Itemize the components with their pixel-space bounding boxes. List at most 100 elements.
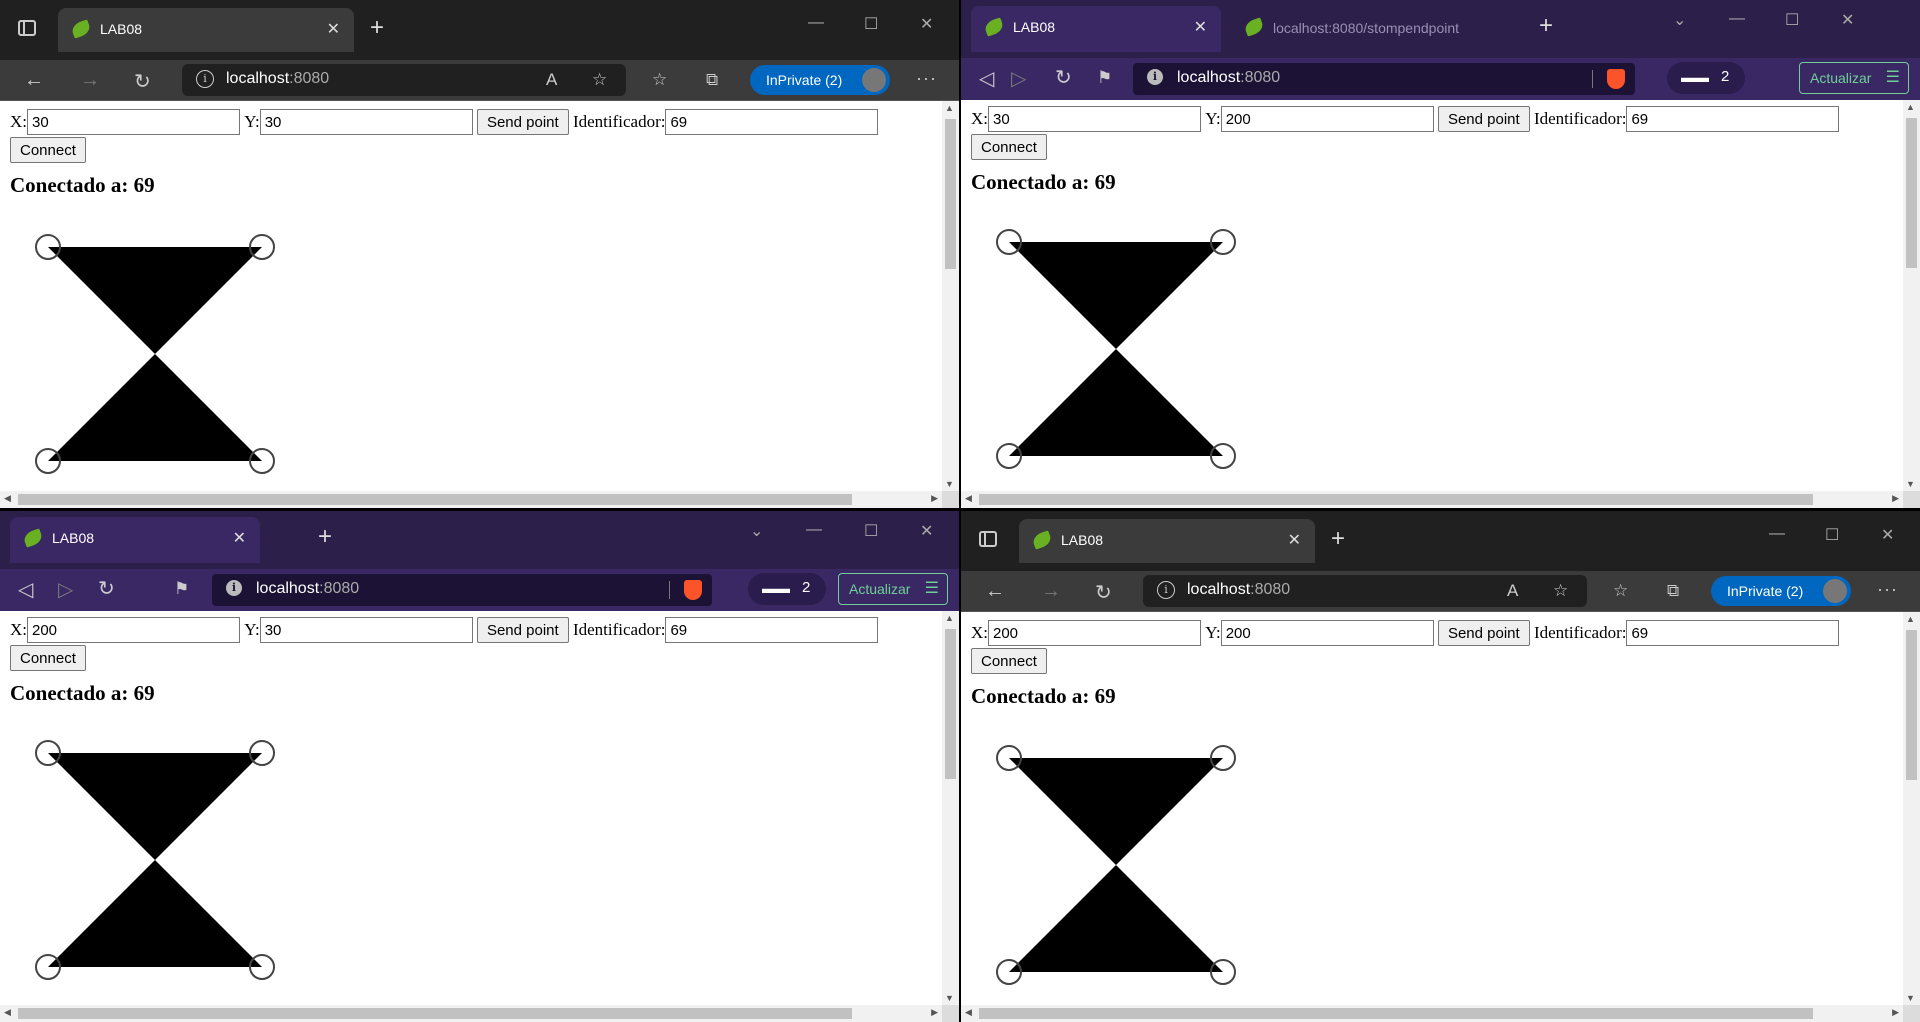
vertical-tabs-icon[interactable] (18, 20, 36, 36)
drawing-canvas[interactable] (991, 740, 1251, 1000)
scroll-left-icon[interactable]: ◀ (4, 1007, 11, 1018)
address-bar[interactable]: i localhost:8080 A ☆ (1143, 575, 1587, 607)
maximize-icon[interactable]: ☐ (1785, 10, 1799, 30)
x-input[interactable] (988, 620, 1201, 646)
scrollbar-thumb[interactable] (18, 1008, 852, 1019)
new-tab-icon[interactable]: + (370, 14, 384, 42)
minimize-icon[interactable]: — (806, 521, 822, 539)
inprivate-button[interactable]: InPrivate (2) (750, 65, 890, 95)
tab-lab08[interactable]: LAB08 ✕ (10, 517, 260, 563)
y-input[interactable] (1220, 106, 1434, 132)
vertical-tabs-icon[interactable] (979, 531, 997, 547)
tab-lab08[interactable]: LAB08 ✕ (971, 6, 1221, 52)
back-arrow-icon[interactable]: ← (24, 69, 44, 92)
horizontal-scrollbar[interactable]: ◀ ▶ (961, 1005, 1903, 1022)
send-point-button[interactable]: Send point (1437, 620, 1530, 646)
scrollbar-thumb[interactable] (979, 494, 1813, 505)
back-arrow-icon[interactable]: ← (985, 580, 1005, 603)
close-window-icon[interactable]: ✕ (920, 521, 933, 541)
maximize-icon[interactable]: ☐ (1825, 525, 1839, 545)
add-favorite-icon[interactable]: ☆ (592, 70, 607, 90)
connect-button[interactable]: Connect (10, 645, 86, 671)
tab-search-icon[interactable]: ⌄ (1673, 10, 1686, 30)
reload-icon[interactable]: ↻ (1055, 65, 1072, 90)
scroll-down-icon[interactable]: ▼ (1906, 479, 1915, 489)
read-aloud-icon[interactable]: A (546, 70, 557, 90)
more-menu-icon[interactable]: ··· (1877, 579, 1898, 600)
update-button[interactable]: Actualizar ☰ (1799, 62, 1909, 94)
identifier-input[interactable] (1626, 620, 1840, 646)
reload-icon[interactable]: ↻ (1095, 580, 1112, 605)
address-bar[interactable]: i localhost:8080 A ☆ (182, 64, 626, 96)
maximize-icon[interactable]: ☐ (864, 14, 878, 34)
vertical-scrollbar[interactable]: ▲ ▼ (1903, 612, 1920, 1005)
scrollbar-thumb[interactable] (1906, 118, 1917, 268)
scroll-up-icon[interactable]: ▲ (1906, 102, 1915, 112)
drawing-canvas[interactable] (991, 224, 1251, 484)
scroll-right-icon[interactable]: ▶ (931, 1007, 938, 1018)
private-windows-button[interactable]: ▬▬ 2 (1667, 62, 1745, 94)
scroll-left-icon[interactable]: ◀ (965, 1007, 972, 1018)
collections-icon[interactable]: ⧉ (1667, 581, 1679, 601)
drawing-canvas[interactable] (30, 229, 290, 489)
y-input[interactable] (259, 617, 473, 643)
x-input[interactable] (27, 109, 240, 135)
tab-lab08[interactable]: LAB08 ✕ (58, 8, 354, 52)
forward-arrow-icon[interactable]: ▷ (1011, 66, 1026, 91)
close-window-icon[interactable]: ✕ (1881, 525, 1894, 545)
close-window-icon[interactable]: ✕ (1841, 10, 1854, 30)
horizontal-scrollbar[interactable]: ◀ ▶ (0, 491, 942, 508)
new-tab-icon[interactable]: + (1331, 525, 1345, 553)
y-input[interactable] (1220, 620, 1434, 646)
identifier-input[interactable] (665, 109, 879, 135)
scrollbar-thumb[interactable] (945, 629, 956, 779)
vertical-scrollbar[interactable]: ▲ ▼ (942, 611, 959, 1005)
update-button[interactable]: Actualizar ☰ (838, 573, 948, 605)
vertical-scrollbar[interactable]: ▲ ▼ (942, 101, 959, 491)
collections-icon[interactable]: ⧉ (706, 70, 718, 90)
y-input[interactable] (259, 109, 473, 135)
minimize-icon[interactable]: — (1769, 525, 1785, 543)
bookmark-icon[interactable]: ⚑ (174, 579, 189, 599)
more-menu-icon[interactable]: ··· (916, 68, 937, 89)
connect-button[interactable]: Connect (971, 134, 1047, 160)
tab-lab08[interactable]: LAB08 ✕ (1019, 519, 1315, 563)
maximize-icon[interactable]: ☐ (864, 521, 878, 541)
forward-arrow-icon[interactable]: ▷ (58, 577, 73, 602)
add-favorite-icon[interactable]: ☆ (1553, 581, 1568, 601)
tab-stompendpoint[interactable]: localhost:8080/stompendpoint (1231, 10, 1461, 50)
new-tab-icon[interactable]: + (318, 523, 332, 551)
address-bar[interactable]: i localhost:8080 (212, 574, 712, 606)
tab-search-icon[interactable]: ⌄ (750, 521, 763, 541)
minimize-icon[interactable]: — (808, 14, 824, 32)
scroll-right-icon[interactable]: ▶ (1892, 493, 1899, 504)
favorites-icon[interactable]: ☆ (652, 70, 667, 90)
scroll-left-icon[interactable]: ◀ (965, 493, 972, 504)
scroll-down-icon[interactable]: ▼ (1906, 993, 1915, 1003)
back-arrow-icon[interactable]: ◁ (979, 66, 994, 91)
brave-shields-icon[interactable] (684, 580, 702, 600)
scrollbar-thumb[interactable] (1906, 630, 1917, 780)
scroll-right-icon[interactable]: ▶ (1892, 1007, 1899, 1018)
scrollbar-thumb[interactable] (18, 494, 852, 505)
scroll-up-icon[interactable]: ▲ (1906, 614, 1915, 624)
scroll-down-icon[interactable]: ▼ (945, 479, 954, 489)
brave-shields-icon[interactable] (1607, 69, 1625, 89)
new-tab-icon[interactable]: + (1539, 12, 1553, 40)
minimize-icon[interactable]: — (1729, 10, 1745, 28)
close-window-icon[interactable]: ✕ (920, 14, 933, 34)
read-aloud-icon[interactable]: A (1507, 581, 1518, 601)
site-info-icon[interactable]: i (1147, 69, 1163, 85)
inprivate-button[interactable]: InPrivate (2) (1711, 576, 1851, 606)
site-info-icon[interactable]: i (1157, 581, 1175, 599)
site-info-icon[interactable]: i (196, 70, 214, 88)
bookmark-icon[interactable]: ⚑ (1097, 68, 1112, 88)
horizontal-scrollbar[interactable]: ◀ ▶ (961, 491, 1903, 508)
forward-arrow-icon[interactable]: → (1041, 580, 1061, 603)
scroll-right-icon[interactable]: ▶ (931, 493, 938, 504)
identifier-input[interactable] (665, 617, 879, 643)
site-info-icon[interactable]: i (226, 580, 242, 596)
scroll-up-icon[interactable]: ▲ (945, 613, 954, 623)
address-bar[interactable]: i localhost:8080 (1133, 63, 1635, 95)
scroll-left-icon[interactable]: ◀ (4, 493, 11, 504)
